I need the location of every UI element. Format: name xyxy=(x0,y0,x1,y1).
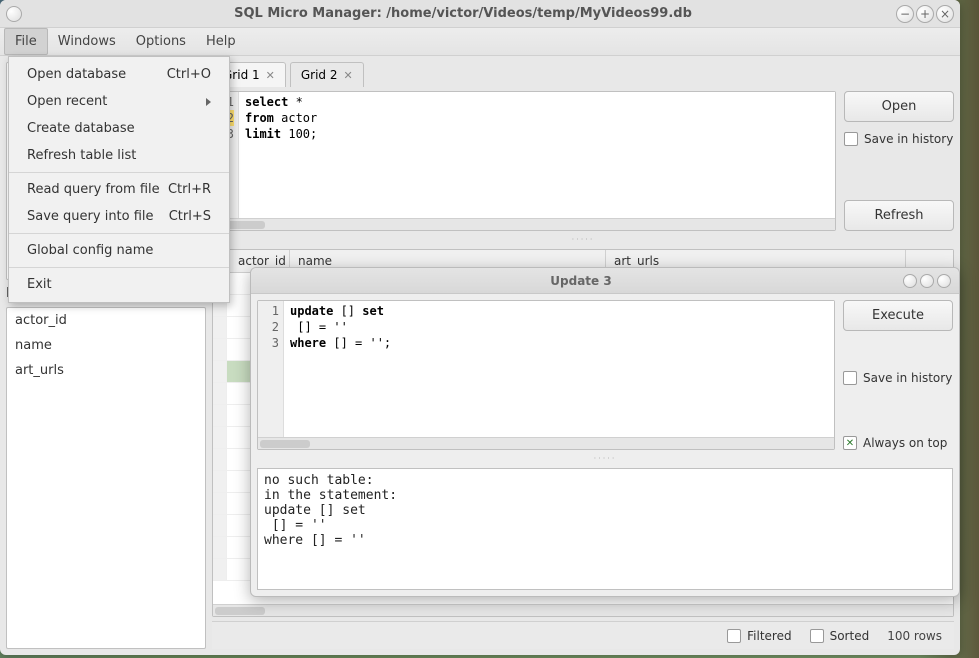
dialog-update-3: Update 3 123update [] set [] = ''where [… xyxy=(250,267,960,597)
menu-item[interactable]: Open recent xyxy=(9,88,229,115)
menu-item[interactable]: Read query from fileCtrl+R xyxy=(9,176,229,203)
window-minimize-button[interactable]: − xyxy=(896,5,914,23)
fields-list[interactable]: actor_id name art_urls xyxy=(6,307,206,649)
tabs: Grid 1 ✕ Grid 2 ✕ xyxy=(212,62,954,87)
status-bar: Filtered Sorted 100 rows xyxy=(212,621,954,649)
dialog-minimize-button[interactable] xyxy=(903,274,917,288)
filtered-checkbox[interactable]: Filtered xyxy=(727,629,791,643)
window-maximize-button[interactable]: + xyxy=(916,5,934,23)
error-output: no such table: in the statement: update … xyxy=(257,468,953,590)
sql-editor[interactable]: 123select *from actorlimit 100; xyxy=(212,91,836,231)
dialog-save-in-history-checkbox[interactable]: Save in history xyxy=(843,371,953,385)
open-button[interactable]: Open xyxy=(844,91,954,122)
window-close-button[interactable] xyxy=(6,6,22,22)
menu-windows[interactable]: Windows xyxy=(48,29,126,54)
menu-item[interactable]: Refresh table list xyxy=(9,142,229,169)
dialog-sql-editor[interactable]: 123update [] set [] = ''where [] = ''; xyxy=(257,300,835,450)
dialog-title: Update 3 xyxy=(259,274,903,288)
window-title: SQL Micro Manager: /home/victor/Videos/t… xyxy=(30,6,896,21)
sorted-checkbox[interactable]: Sorted xyxy=(810,629,870,643)
close-icon[interactable]: ✕ xyxy=(266,69,275,82)
close-icon[interactable]: ✕ xyxy=(344,69,353,82)
menu-item[interactable]: Save query into fileCtrl+S xyxy=(9,203,229,230)
dialog-maximize-button[interactable] xyxy=(920,274,934,288)
horizontal-scrollbar[interactable] xyxy=(258,437,834,449)
execute-button[interactable]: Execute xyxy=(843,300,953,331)
window-close-button-right[interactable]: × xyxy=(936,5,954,23)
splitter[interactable]: ····· xyxy=(257,454,953,464)
horizontal-scrollbar[interactable] xyxy=(213,604,953,616)
menu-help[interactable]: Help xyxy=(196,29,246,54)
list-item[interactable]: art_urls xyxy=(7,358,205,383)
titlebar: SQL Micro Manager: /home/victor/Videos/t… xyxy=(0,0,960,28)
file-menu-dropdown: Open databaseCtrl+OOpen recentCreate dat… xyxy=(8,56,230,303)
menu-item[interactable]: Open databaseCtrl+O xyxy=(9,61,229,88)
dialog-titlebar[interactable]: Update 3 xyxy=(251,268,959,294)
row-count: 100 rows xyxy=(887,629,942,643)
refresh-button[interactable]: Refresh xyxy=(844,200,954,231)
list-item[interactable]: actor_id xyxy=(7,308,205,333)
menu-item[interactable]: Global config name xyxy=(9,237,229,264)
always-on-top-checkbox[interactable]: Always on top xyxy=(843,436,953,450)
menu-item[interactable]: Create database xyxy=(9,115,229,142)
menu-options[interactable]: Options xyxy=(126,29,196,54)
menu-file[interactable]: File xyxy=(4,28,48,55)
menu-item[interactable]: Exit xyxy=(9,271,229,298)
dialog-close-button[interactable] xyxy=(937,274,951,288)
menubar: File Windows Options Help xyxy=(0,28,960,56)
list-item[interactable]: name xyxy=(7,333,205,358)
horizontal-scrollbar[interactable] xyxy=(213,218,835,230)
save-in-history-checkbox[interactable]: Save in history xyxy=(844,132,954,146)
splitter[interactable]: ····· xyxy=(212,235,954,245)
tab-grid-2[interactable]: Grid 2 ✕ xyxy=(290,62,364,87)
chevron-right-icon xyxy=(206,98,211,106)
